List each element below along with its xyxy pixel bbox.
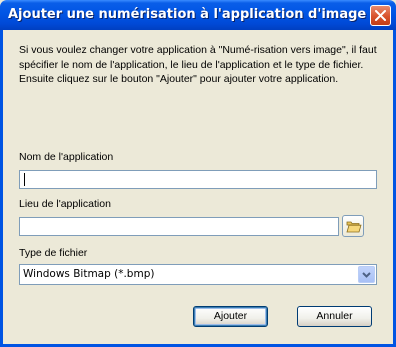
- dialog-title: Ajouter une numérisation à l'application…: [8, 7, 367, 22]
- close-button[interactable]: [370, 5, 391, 26]
- folder-icon: [346, 221, 362, 233]
- app-path-label: Lieu de l'application: [19, 198, 111, 210]
- dropdown-button[interactable]: [358, 266, 375, 283]
- add-button[interactable]: Ajouter: [193, 306, 268, 327]
- file-type-label: Type de fichier: [19, 247, 88, 259]
- dialog-body: Si vous voulez changer votre application…: [3, 30, 393, 344]
- text-caret: [24, 173, 25, 186]
- app-name-input[interactable]: [19, 170, 377, 189]
- close-icon: [375, 10, 386, 21]
- app-name-label: Nom de l'application: [19, 151, 114, 163]
- title-bar: Ajouter une numérisation à l'application…: [0, 0, 396, 30]
- browse-button[interactable]: [342, 215, 364, 237]
- file-type-value: Windows Bitmap (*.bmp): [23, 268, 155, 280]
- chevron-down-icon: [362, 272, 371, 278]
- cancel-button[interactable]: Annuler: [297, 306, 372, 327]
- instructions-text: Si vous voulez changer votre application…: [19, 44, 377, 85]
- file-type-select[interactable]: Windows Bitmap (*.bmp): [19, 264, 377, 285]
- dialog-window: Ajouter une numérisation à l'application…: [0, 0, 396, 347]
- app-path-input[interactable]: [19, 217, 339, 236]
